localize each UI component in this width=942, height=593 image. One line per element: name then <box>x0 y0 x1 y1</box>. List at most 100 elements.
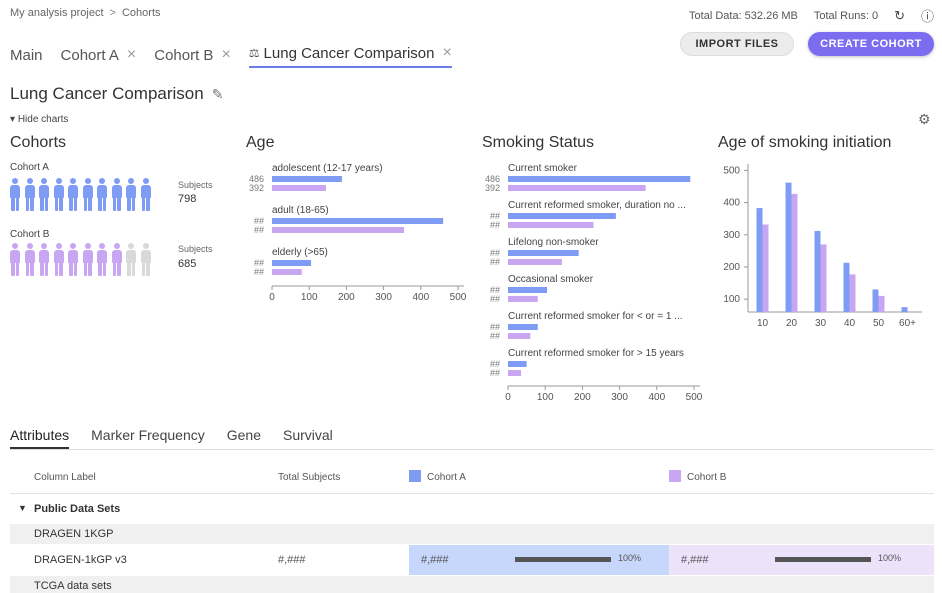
cohort-b-header[interactable]: Cohort B <box>687 472 726 483</box>
bar <box>508 222 594 228</box>
row-total: #,### <box>278 554 306 566</box>
tab-main[interactable]: Main <box>10 42 43 68</box>
value-label: 392 <box>249 183 264 193</box>
breadcrumb-project[interactable]: My analysis project <box>10 7 104 19</box>
tick-label: 0 <box>269 292 275 303</box>
cohort-a-person-icons <box>10 178 151 211</box>
import-files-button[interactable]: IMPORT FILES <box>680 32 794 56</box>
bar <box>272 269 302 275</box>
tab-gene[interactable]: Gene <box>227 427 261 449</box>
cohort-b-subjects-count: 685 <box>178 258 197 270</box>
tab-lung-cancer-comparison[interactable]: ⚖ Lung Cancer Comparison × <box>248 42 452 68</box>
person-icon <box>126 243 136 276</box>
tick-label: 300 <box>723 230 740 241</box>
person-icon <box>111 243 122 276</box>
value-label: ## <box>254 225 264 235</box>
help-icon[interactable]: ⓘ <box>921 6 934 25</box>
bar <box>508 333 531 339</box>
person-icon <box>82 243 93 276</box>
close-icon[interactable]: × <box>221 46 230 64</box>
person-icon <box>39 178 49 211</box>
tick-label: 30 <box>815 318 827 329</box>
total-subjects-header[interactable]: Total Subjects <box>278 472 340 483</box>
tick-label: 200 <box>723 262 740 273</box>
close-icon[interactable]: × <box>127 46 136 64</box>
bar <box>872 289 879 312</box>
tick-label: 200 <box>338 292 355 303</box>
tab-cohort-a[interactable]: Cohort A × <box>61 42 137 68</box>
subgroup-label: TCGA data sets <box>34 580 112 592</box>
page-title: Lung Cancer Comparison ✎ <box>10 84 223 104</box>
tick-label: 500 <box>723 165 740 176</box>
age-chart: adolescent (12-17 years)486392adult (18-… <box>249 163 467 303</box>
tick-label: 400 <box>723 198 740 209</box>
tab-label: Cohort B <box>154 46 214 64</box>
cohort-b-progress <box>775 557 871 562</box>
cohort-a-progress <box>515 557 611 562</box>
bar <box>791 193 798 312</box>
tick-label: 200 <box>574 392 591 403</box>
person-icon <box>68 243 78 276</box>
category-label: elderly (>65) <box>272 247 328 258</box>
category-label: adolescent (12-17 years) <box>272 163 383 174</box>
tick-label: 300 <box>375 292 392 303</box>
cohort-a-label: Cohort A <box>10 162 49 173</box>
create-cohort-button[interactable]: CREATE COHORT <box>808 32 934 56</box>
category-label: Current reformed smoker, duration no ... <box>508 200 686 211</box>
edit-pencil-icon[interactable]: ✎ <box>212 86 224 103</box>
tick-label: 60+ <box>899 318 916 329</box>
initiation-chart-title: Age of smoking initiation <box>718 134 892 151</box>
bar <box>508 324 538 330</box>
cohort-a-percent: 100% <box>618 553 642 563</box>
breadcrumb-separator: > <box>109 7 116 19</box>
bar <box>508 370 522 376</box>
subgroup-row-tcga[interactable]: TCGA data sets <box>10 576 934 593</box>
caret-down-icon: ▾ <box>10 114 16 125</box>
value-label: 392 <box>485 183 500 193</box>
cohort-b-value: #,### <box>681 554 709 566</box>
close-icon[interactable]: × <box>442 44 451 62</box>
breadcrumb: My analysis project > Cohorts <box>10 7 161 19</box>
bar <box>272 185 326 191</box>
cohort-a-cell: #,### 100% <box>409 545 669 575</box>
table-row[interactable]: DRAGEN-1kGP v3 #,### #,### 100% #,### 10… <box>10 545 934 575</box>
person-icon <box>10 243 20 276</box>
person-icon <box>53 243 64 276</box>
group-row-public-data-sets[interactable]: ▼ Public Data Sets <box>10 499 934 521</box>
bar <box>508 296 538 302</box>
refresh-icon[interactable]: ↻ <box>894 8 905 24</box>
attribute-tabs: Attributes Marker Frequency Gene Surviva… <box>10 427 355 449</box>
bar <box>878 295 885 312</box>
value-label: ## <box>490 368 500 378</box>
gear-icon[interactable]: ⚙ <box>918 111 931 128</box>
tabs-divider <box>10 449 934 450</box>
bar <box>756 208 763 312</box>
hide-charts-toggle[interactable]: ▾ Hide charts <box>10 114 68 125</box>
subgroup-row-dragen-1kgp[interactable]: DRAGEN 1KGP <box>10 524 934 544</box>
bar <box>272 260 312 266</box>
bar <box>849 274 856 312</box>
smoking-chart: Current smoker486392Current reformed smo… <box>485 163 703 403</box>
tab-marker-frequency[interactable]: Marker Frequency <box>91 427 205 449</box>
bar <box>508 213 616 219</box>
person-icon <box>126 178 136 211</box>
header-divider <box>10 493 934 494</box>
age-chart-title: Age <box>246 134 275 151</box>
person-icon <box>53 178 64 211</box>
tick-label: 500 <box>686 392 703 403</box>
tab-survival[interactable]: Survival <box>283 427 333 449</box>
tab-label: Cohort A <box>60 46 119 64</box>
column-label-header[interactable]: Column Label <box>34 472 96 483</box>
tick-label: 100 <box>537 392 554 403</box>
tick-label: 400 <box>412 292 429 303</box>
tab-attributes[interactable]: Attributes <box>10 427 70 449</box>
cohort-b-label: Cohort B <box>10 229 50 240</box>
value-label: ## <box>254 267 264 277</box>
tab-cohort-b[interactable]: Cohort B × <box>154 42 231 68</box>
person-icon <box>82 178 93 211</box>
cohort-a-header[interactable]: Cohort A <box>427 472 466 483</box>
person-icon <box>68 178 78 211</box>
total-data: Total Data: 532.26 MB <box>689 9 798 22</box>
total-runs: Total Runs: 0 <box>813 9 879 22</box>
tick-label: 100 <box>723 294 740 305</box>
